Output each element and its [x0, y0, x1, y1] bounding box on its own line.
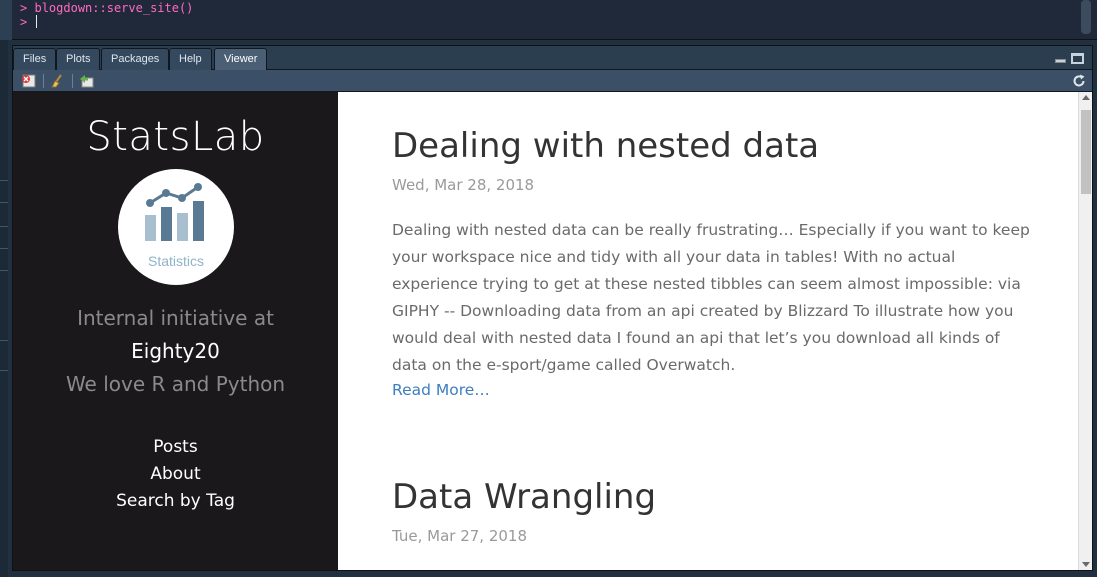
minimize-pane-button[interactable]	[1055, 59, 1066, 63]
scroll-up-icon[interactable]	[1082, 95, 1090, 100]
tagline-prefix: Internal initiative at	[77, 306, 274, 330]
site-logo[interactable]: Statistics	[118, 169, 234, 285]
tagline-suffix: We love R and Python	[65, 372, 286, 396]
viewer-scrollbar[interactable]	[1078, 92, 1092, 570]
console-command: blogdown::serve_site()	[34, 1, 194, 15]
post-list: Dealing with nested data Wed, Mar 28, 20…	[338, 92, 1078, 570]
post-date: Tue, Mar 27, 2018	[392, 527, 528, 545]
site-title[interactable]: StatsLab	[13, 114, 338, 160]
remove-viewer-icon[interactable]	[21, 73, 37, 88]
company-name: Eighty20	[131, 339, 220, 363]
post-excerpt: Dealing with nested data can be really f…	[392, 221, 1030, 374]
nav-about[interactable]: About	[13, 464, 338, 484]
logo-caption: Statistics	[147, 253, 204, 269]
tab-viewer[interactable]: Viewer	[214, 48, 268, 71]
read-more-link[interactable]: Read More…	[392, 381, 490, 399]
refresh-icon[interactable]	[1072, 73, 1086, 87]
scroll-down-icon[interactable]	[1082, 562, 1090, 567]
console-command-line: > blogdown::serve_site()	[20, 1, 193, 15]
nav-search-by-tag[interactable]: Search by Tag	[13, 491, 338, 511]
toolbar-separator	[43, 74, 44, 88]
console-panel[interactable]: > blogdown::serve_site() >	[0, 0, 1097, 40]
console-input-line[interactable]: >	[20, 15, 38, 29]
export-icon[interactable]	[79, 73, 95, 88]
maximize-pane-button[interactable]	[1071, 53, 1084, 64]
console-gutter	[0, 0, 12, 40]
tab-plots[interactable]: Plots	[56, 48, 101, 70]
rstudio-window: > blogdown::serve_site() > Files Plots P…	[0, 0, 1097, 577]
pane-tabbar: Files Plots Packages Help Viewer	[13, 46, 1092, 71]
post-title[interactable]: Data Wrangling	[392, 477, 656, 517]
outer-pane-strip	[0, 40, 8, 577]
site-sidebar: StatsLab Statistics Internal initiative …	[13, 92, 338, 570]
scrollbar-thumb[interactable]	[1081, 110, 1091, 194]
post-title[interactable]: Dealing with nested data	[392, 126, 819, 166]
tab-help[interactable]: Help	[169, 48, 212, 70]
nav-posts[interactable]: Posts	[13, 437, 338, 457]
viewer-toolbar	[13, 70, 1092, 92]
console-prompt: >	[20, 1, 28, 15]
tab-files[interactable]: Files	[13, 48, 57, 70]
tab-packages[interactable]: Packages	[101, 48, 170, 70]
console-input-prompt: >	[20, 15, 28, 29]
viewer-pane: Files Plots Packages Help Viewer StatsLa…	[12, 45, 1093, 571]
toolbar-separator	[72, 74, 73, 88]
post-date: Wed, Mar 28, 2018	[392, 176, 535, 194]
text-cursor	[36, 15, 38, 28]
viewer-content: StatsLab Statistics Internal initiative …	[13, 92, 1092, 570]
clear-all-icon[interactable]	[50, 73, 66, 88]
console-scrollbar[interactable]	[1081, 0, 1091, 34]
